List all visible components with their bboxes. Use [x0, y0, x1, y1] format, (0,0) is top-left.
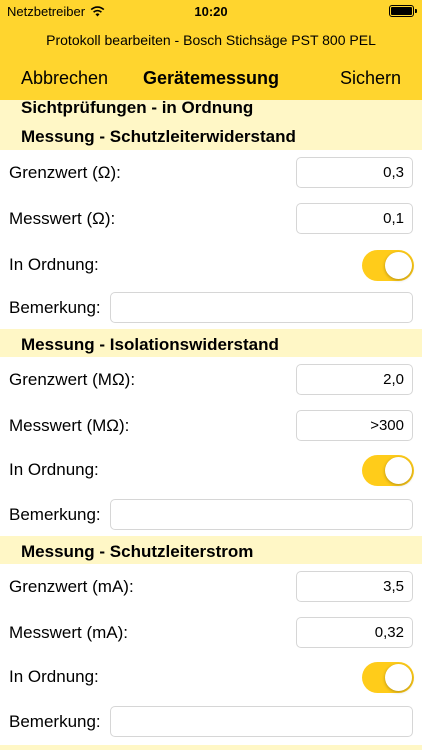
ok-label: In Ordnung: — [9, 667, 99, 686]
ok-toggle[interactable] — [362, 662, 414, 693]
battery-icon — [389, 5, 417, 17]
section-protective-conductor-resistance: Messung - Schutzleiterwiderstand — [0, 120, 422, 153]
measured-row: Messwert (Ω): 0,1 — [0, 196, 422, 242]
limit-input[interactable]: 0,3 — [296, 157, 413, 188]
save-button[interactable]: Sichern — [340, 68, 401, 89]
status-time: 10:20 — [194, 4, 228, 19]
limit-input[interactable]: 2,0 — [296, 364, 413, 395]
status-bar: Netzbetreiber 10:20 — [0, 0, 422, 22]
limit-row: Grenzwert (MΩ): 2,0 — [0, 357, 422, 403]
section-protective-conductor-current: Messung - Schutzleiterstrom — [0, 536, 422, 567]
cancel-button[interactable]: Abbrechen — [21, 68, 108, 89]
measured-row: Messwert (MΩ): >300 — [0, 403, 422, 449]
ok-toggle[interactable] — [362, 250, 414, 281]
remark-label: Bemerkung: — [9, 298, 101, 317]
remark-label: Bemerkung: — [9, 712, 101, 731]
section-insulation-resistance: Messung - Isolationswiderstand — [0, 329, 422, 360]
ok-toggle[interactable] — [362, 455, 414, 486]
measured-label: Messwert (Ω): — [9, 209, 116, 228]
limit-row: Grenzwert (Ω): 0,3 — [0, 150, 422, 196]
measured-input[interactable]: 0,32 — [296, 617, 413, 648]
remark-row: Bemerkung: — [0, 492, 422, 538]
measured-row: Messwert (mA): 0,32 — [0, 610, 422, 656]
measured-input[interactable]: 0,1 — [296, 203, 413, 234]
toggle-knob — [385, 664, 412, 691]
remark-label: Bemerkung: — [9, 505, 101, 524]
remark-input[interactable] — [110, 706, 413, 737]
header-subtitle: Protokoll bearbeiten - Bosch Stichsäge P… — [46, 32, 376, 48]
ok-row: In Ordnung: — [0, 654, 422, 700]
section-next-peek — [0, 745, 422, 750]
measured-label: Messwert (mA): — [9, 623, 128, 642]
toggle-knob — [385, 457, 412, 484]
measured-input[interactable]: >300 — [296, 410, 413, 441]
limit-label: Grenzwert (MΩ): — [9, 370, 136, 389]
remark-input[interactable] — [110, 292, 413, 323]
limit-row: Grenzwert (mA): 3,5 — [0, 564, 422, 610]
measured-label: Messwert (MΩ): — [9, 416, 130, 435]
ok-label: In Ordnung: — [9, 255, 99, 274]
limit-input[interactable]: 3,5 — [296, 571, 413, 602]
remark-row: Bemerkung: — [0, 285, 422, 331]
ok-label: In Ordnung: — [9, 460, 99, 479]
limit-label: Grenzwert (mA): — [9, 577, 134, 596]
ok-row: In Ordnung: — [0, 447, 422, 493]
navigation-header: Protokoll bearbeiten - Bosch Stichsäge P… — [0, 22, 422, 100]
ok-row: In Ordnung: — [0, 242, 422, 288]
remark-input[interactable] — [110, 499, 413, 530]
section-visual-inspection[interactable]: Sichtprüfungen - in Ordnung — [0, 99, 422, 120]
remark-row: Bemerkung: — [0, 699, 422, 745]
toggle-knob — [385, 252, 412, 279]
limit-label: Grenzwert (Ω): — [9, 163, 121, 182]
